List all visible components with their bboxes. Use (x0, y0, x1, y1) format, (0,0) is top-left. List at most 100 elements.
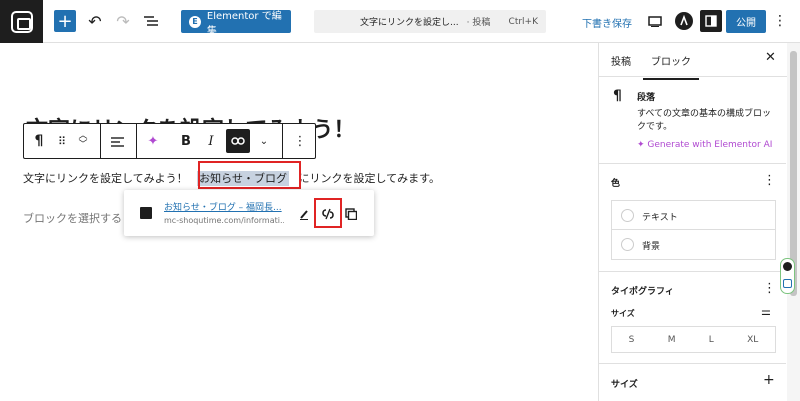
size-panel[interactable]: サイズ + (599, 364, 786, 401)
color-text-option[interactable]: テキスト (612, 201, 775, 230)
tab-post[interactable]: 投稿 (611, 53, 631, 68)
link-url: mc-shoqutime.com/informati... (164, 216, 284, 225)
sparkle-icon: ✦ (637, 140, 648, 150)
redo-button[interactable]: ↷ (114, 10, 132, 32)
block-options-button[interactable]: ⋮ (286, 124, 314, 158)
options-button[interactable]: ⋮ (773, 10, 787, 32)
edit-link-button[interactable] (296, 206, 312, 222)
site-logo-button[interactable] (0, 0, 43, 43)
size-m[interactable]: M (668, 335, 676, 345)
command-palette[interactable]: 文字にリンクを設定し... · 投稿 Ctrl+K (314, 10, 546, 33)
command-shortcut: Ctrl+K (508, 16, 538, 27)
document-overview-button[interactable] (142, 10, 160, 32)
block-card: ¶ 段落 すべての文章の基本の構成ブロックです。 ✦ Generate with… (599, 78, 786, 164)
floating-widget[interactable] (780, 258, 795, 294)
align-left-icon (110, 136, 124, 147)
highlight-link-text (198, 161, 301, 189)
undo-button[interactable]: ↶ (86, 10, 104, 32)
widget-logo-icon (783, 279, 792, 288)
pencil-icon (300, 209, 308, 220)
ai-generate-link[interactable]: ✦ Generate with Elementor AI (637, 140, 772, 150)
sidebar-scrollbar[interactable] (787, 43, 800, 401)
color-bg-option[interactable]: 背景 (612, 230, 775, 259)
size-l[interactable]: L (709, 335, 714, 345)
command-title: 文字にリンクを設定し... (360, 18, 459, 28)
chevron-down-icon[interactable]: ﹀ (78, 141, 87, 150)
close-circle-icon (783, 262, 792, 271)
block-description: すべての文章の基本の構成ブロックです。 (637, 109, 772, 132)
color-bg-label: 背景 (642, 242, 661, 252)
ai-button[interactable]: ✦ (140, 124, 166, 158)
preview-button[interactable] (646, 10, 664, 32)
drag-handle[interactable]: ⠿ (54, 124, 70, 158)
undo-icon: ↶ (88, 11, 102, 31)
close-sidebar-button[interactable]: ✕ (765, 50, 776, 65)
sidebar-icon (705, 15, 717, 27)
list-view-icon (144, 16, 158, 26)
more-vertical-icon: ⋮ (763, 281, 776, 296)
highlight-unlink-button (314, 198, 342, 228)
more-vertical-icon: ⋮ (773, 13, 787, 29)
edit-with-elementor-button[interactable]: E Elementor で編集 (181, 10, 291, 37)
astra-button[interactable] (674, 10, 694, 32)
block-name: 段落 (637, 93, 656, 103)
font-size-label: サイズ (611, 309, 635, 318)
color-panel-title: 色 (611, 179, 621, 189)
drag-icon: ⠿ (57, 134, 67, 148)
paragraph-text-after: にリンクを設定してみます。 (298, 172, 441, 185)
typography-options-button[interactable]: ⋮ (763, 281, 776, 296)
color-swatch-text (621, 209, 634, 222)
settings-sliders-icon: ⚌ (761, 305, 771, 318)
copy-link-button[interactable] (342, 205, 360, 223)
close-icon: ✕ (765, 50, 776, 65)
chevron-down-icon: ⌄ (259, 135, 269, 147)
size-s[interactable]: S (629, 335, 635, 345)
paragraph-text-before: 文字にリンクを設定してみよう！ (23, 172, 188, 185)
settings-sidebar: 投稿 ブロック ✕ ¶ 段落 すべての文章の基本の構成ブロックです。 ✦ Gen… (598, 43, 800, 401)
site-favicon (140, 207, 152, 219)
sidebar-tabs: 投稿 ブロック ✕ (599, 43, 800, 80)
plus-icon: + (763, 372, 775, 388)
align-button[interactable] (104, 124, 130, 158)
more-formats-button[interactable]: ⌄ (254, 124, 274, 158)
link-button[interactable] (226, 129, 250, 153)
paragraph-block-button[interactable]: ¶ (24, 124, 54, 158)
color-options-button[interactable]: ⋮ (763, 173, 776, 188)
sparkle-icon: ✦ (147, 133, 159, 149)
italic-icon: I (208, 133, 214, 149)
desktop-icon (648, 15, 662, 27)
block-placeholder[interactable]: ブロックを選択する (23, 210, 122, 226)
typography-panel: タイポグラフィ ⋮ サイズ ⚌ S M L XL (599, 272, 786, 364)
site-icon (10, 10, 33, 33)
italic-button[interactable]: I (200, 124, 222, 158)
publish-button[interactable]: 公開 (726, 10, 766, 33)
color-panel: 色 ⋮ テキスト 背景 (599, 164, 786, 272)
bold-button[interactable]: B (174, 124, 198, 158)
link-icon (231, 137, 245, 145)
typography-title: タイポグラフィ (611, 287, 674, 297)
size-xl[interactable]: XL (747, 335, 758, 345)
tab-block[interactable]: ブロック (643, 53, 699, 80)
top-toolbar: + ↶ ↷ E Elementor で編集 文字にリンクを設定し... · 投稿… (0, 0, 800, 43)
elementor-button-label: Elementor で編集 (206, 10, 282, 37)
add-block-button[interactable]: + (54, 10, 76, 32)
font-size-picker: S M L XL (611, 326, 776, 353)
move-buttons[interactable]: ︿ ﹀ (72, 124, 94, 158)
paragraph-icon: ¶ (613, 88, 622, 104)
more-vertical-icon: ⋮ (293, 133, 307, 149)
settings-toggle-button[interactable] (700, 10, 722, 32)
color-text-label: テキスト (642, 213, 678, 223)
add-size-button[interactable]: + (763, 372, 775, 388)
custom-size-button[interactable]: ⚌ (761, 305, 771, 318)
color-swatch-bg (621, 238, 634, 251)
ai-link-label: Generate with Elementor AI (647, 140, 773, 150)
paragraph-icon: ¶ (34, 133, 44, 149)
more-vertical-icon: ⋮ (763, 173, 776, 188)
astra-icon (675, 12, 693, 30)
plus-icon: + (57, 10, 73, 32)
save-draft-button[interactable]: 下書き保存 (582, 15, 632, 30)
bold-icon: B (181, 133, 191, 149)
elementor-icon: E (189, 15, 201, 28)
link-title[interactable]: お知らせ・ブログ – 福岡長... (164, 200, 284, 213)
color-options-box: テキスト 背景 (611, 200, 776, 260)
